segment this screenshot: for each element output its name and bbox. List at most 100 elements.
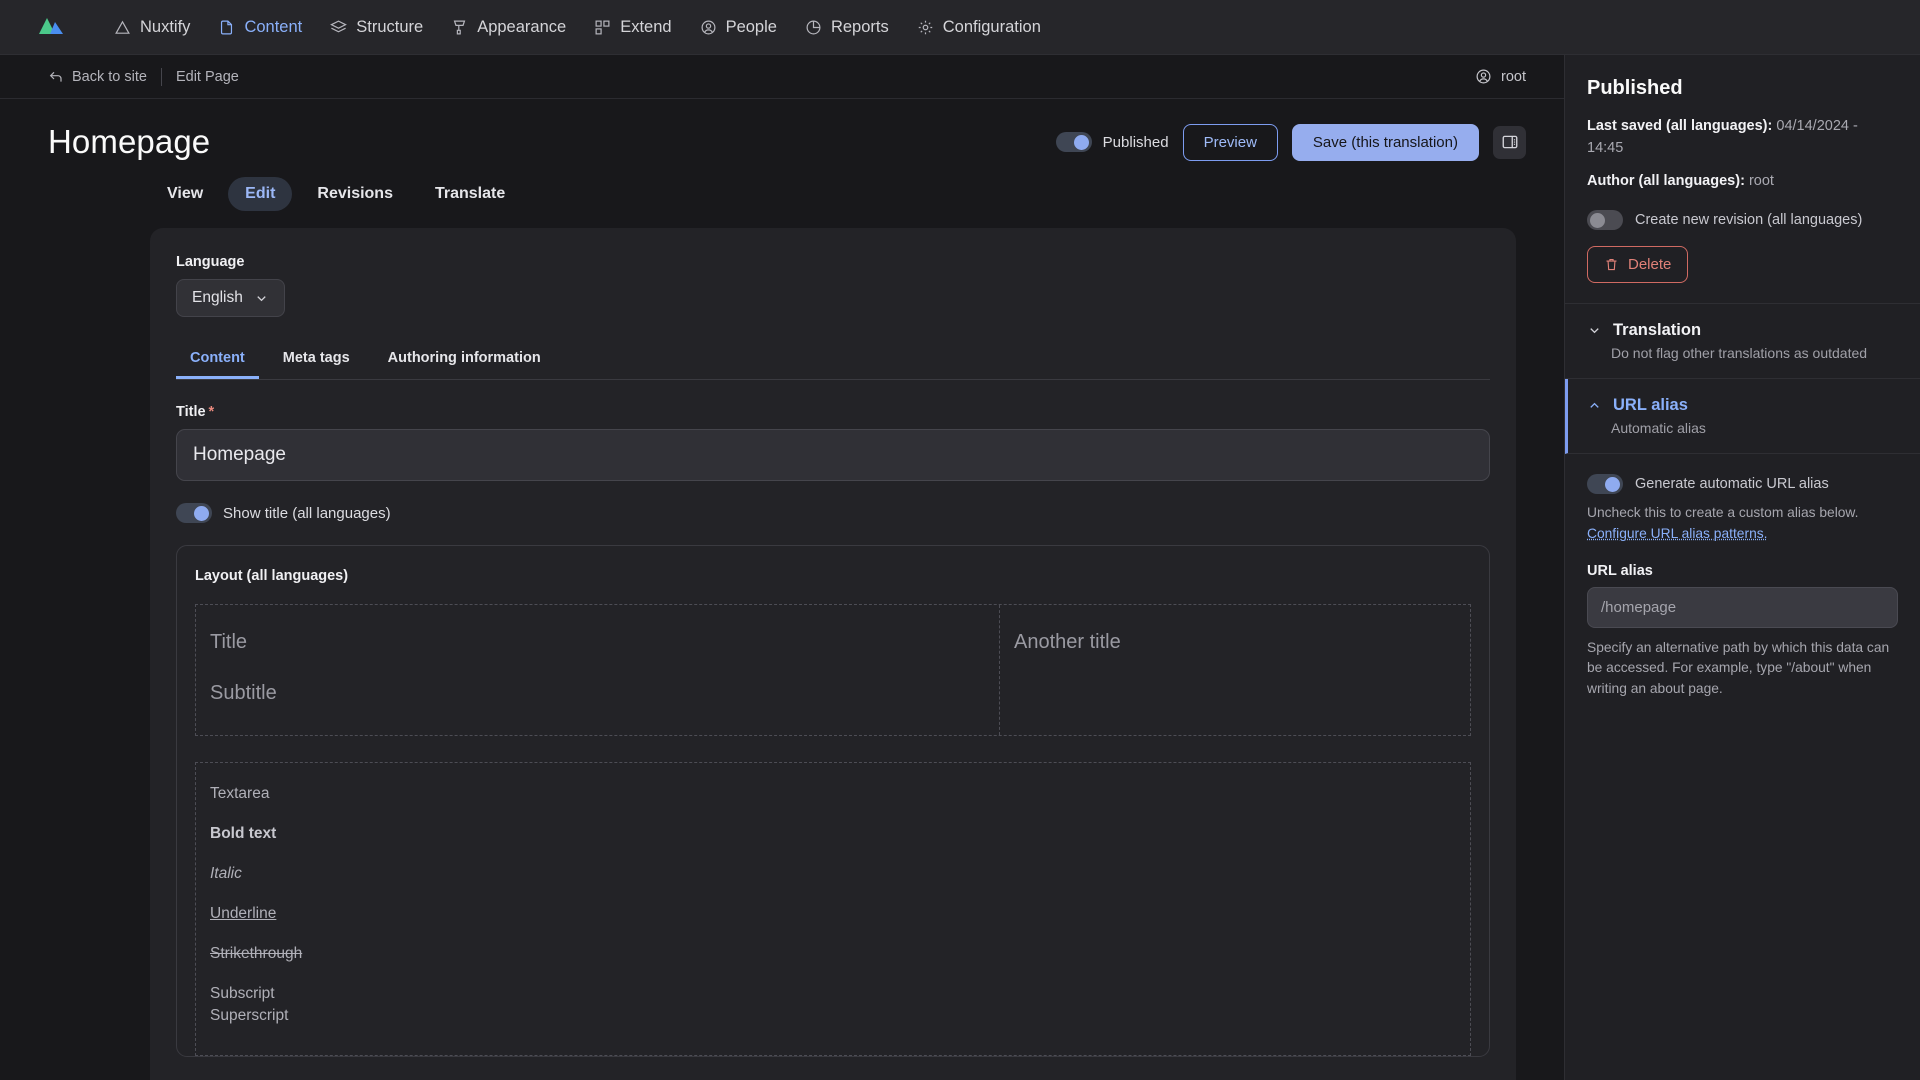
breadcrumb-bar: Back to site Edit Page root bbox=[0, 55, 1564, 99]
section-title: Translation bbox=[1613, 321, 1702, 340]
sub-tab-authoring-information[interactable]: Authoring information bbox=[374, 340, 555, 379]
save-button[interactable]: Save (this translation) bbox=[1291, 123, 1479, 161]
form-scroll-area[interactable]: Language English Content Meta tags Autho… bbox=[0, 211, 1564, 1080]
url-alias-description: Specify an alternative path by which thi… bbox=[1587, 639, 1890, 696]
last-saved-row: Last saved (all languages): 04/14/2024 -… bbox=[1587, 116, 1898, 160]
section-title: URL alias bbox=[1613, 396, 1688, 415]
url-alias-input[interactable] bbox=[1587, 586, 1898, 628]
layers-icon bbox=[330, 19, 348, 36]
nav-item-appearance[interactable]: Appearance bbox=[437, 12, 580, 43]
nuxtify-logo[interactable] bbox=[38, 17, 100, 37]
show-title-label: Show title (all languages) bbox=[223, 504, 391, 522]
layout-cell-left[interactable]: Title Subtitle bbox=[196, 605, 1000, 735]
show-title-toggle[interactable] bbox=[176, 503, 212, 523]
tab-edit[interactable]: Edit bbox=[228, 177, 293, 211]
title-input[interactable] bbox=[176, 429, 1490, 481]
nav-label: Structure bbox=[356, 17, 424, 36]
delete-button[interactable]: Delete bbox=[1587, 246, 1689, 284]
configure-url-alias-patterns-link[interactable]: Configure URL alias patterns. bbox=[1587, 526, 1767, 541]
breadcrumb-current: Edit Page bbox=[175, 68, 239, 85]
nav-label: Configuration bbox=[942, 17, 1041, 36]
tab-revisions[interactable]: Revisions bbox=[300, 177, 410, 211]
panel-right-icon[interactable] bbox=[1493, 125, 1526, 159]
form-sub-tabs: Content Meta tags Authoring information bbox=[176, 340, 1490, 380]
section-summary: Do not flag other translations as outdat… bbox=[1611, 345, 1868, 362]
tab-view[interactable]: View bbox=[150, 177, 220, 211]
sub-tab-content[interactable]: Content bbox=[176, 340, 259, 379]
create-revision-row[interactable]: Create new revision (all languages) bbox=[1587, 210, 1898, 231]
layout-row-titles: Title Subtitle Another title bbox=[195, 604, 1471, 736]
toggle-knob bbox=[1605, 476, 1620, 492]
sample-subscript: Subscript bbox=[210, 985, 275, 1002]
delete-label: Delete bbox=[1628, 256, 1672, 274]
user-circle-icon bbox=[700, 19, 717, 36]
brush-icon bbox=[451, 19, 468, 36]
generate-alias-row[interactable]: Generate automatic URL alias bbox=[1587, 474, 1898, 495]
generate-alias-toggle[interactable] bbox=[1587, 474, 1623, 495]
user-name: root bbox=[1501, 68, 1526, 85]
page-title: Homepage bbox=[48, 123, 211, 160]
layout-legend: Layout (all languages) bbox=[195, 568, 349, 584]
chevron-down-icon bbox=[1587, 323, 1602, 338]
main-content-pane: Back to site Edit Page root Homepage Pub… bbox=[0, 55, 1564, 1080]
page-header: Homepage Published Preview Save (this tr… bbox=[0, 99, 1564, 167]
author-value: root bbox=[1748, 172, 1774, 189]
preview-button[interactable]: Preview bbox=[1182, 123, 1278, 161]
required-marker: * bbox=[208, 404, 215, 420]
tab-translate[interactable]: Translate bbox=[418, 177, 522, 211]
edit-form-card: Language English Content Meta tags Autho… bbox=[150, 228, 1516, 1080]
section-summary: Automatic alias bbox=[1611, 420, 1706, 437]
nav-label: People bbox=[725, 17, 777, 36]
nav-label: Reports bbox=[830, 17, 889, 36]
placeholder-another-title: Another title bbox=[1014, 631, 1121, 653]
published-toggle-label: Published bbox=[1102, 133, 1169, 151]
create-revision-toggle[interactable] bbox=[1587, 210, 1623, 231]
pie-chart-icon bbox=[805, 19, 822, 36]
nav-item-structure[interactable]: Structure bbox=[316, 12, 437, 43]
nav-label: Extend bbox=[620, 17, 672, 36]
placeholder-title: Title bbox=[210, 631, 248, 653]
primary-tabs: View Edit Revisions Translate bbox=[0, 167, 1564, 211]
page-actions: Published Preview Save (this translation… bbox=[1055, 123, 1526, 161]
published-toggle-row[interactable]: Published bbox=[1055, 132, 1169, 152]
nav-label: Nuxtify bbox=[140, 17, 191, 36]
title-label-text: Title bbox=[176, 404, 206, 420]
author-row: Author (all languages): root bbox=[1587, 171, 1898, 193]
show-title-toggle-row[interactable]: Show title (all languages) bbox=[176, 503, 1490, 523]
placeholder-subtitle: Subtitle bbox=[210, 682, 277, 704]
nav-label: Content bbox=[244, 17, 303, 36]
chevron-down-icon bbox=[254, 291, 269, 306]
back-to-site-label: Back to site bbox=[72, 68, 147, 85]
published-toggle[interactable] bbox=[1055, 132, 1092, 152]
nav-item-content[interactable]: Content bbox=[204, 12, 316, 43]
sidebar-section-url-alias[interactable]: URL alias Automatic alias bbox=[1565, 379, 1920, 455]
last-saved-label: Last saved (all languages): bbox=[1587, 118, 1773, 134]
nav-item-configuration[interactable]: Configuration bbox=[903, 12, 1055, 43]
file-icon bbox=[218, 19, 235, 36]
sample-underline: Underline bbox=[210, 905, 277, 922]
layout-cell-right[interactable]: Another title bbox=[1000, 605, 1470, 735]
nav-item-nuxtify[interactable]: Nuxtify bbox=[100, 12, 204, 43]
generate-alias-label: Generate automatic URL alias bbox=[1635, 476, 1829, 493]
sidebar-status-block: Published Last saved (all languages): 04… bbox=[1565, 55, 1920, 305]
url-alias-panel: Generate automatic URL alias Uncheck thi… bbox=[1565, 454, 1920, 719]
user-menu[interactable]: root bbox=[1475, 68, 1526, 85]
status-badge: Published bbox=[1587, 77, 1683, 99]
create-revision-label: Create new revision (all languages) bbox=[1635, 212, 1863, 229]
nav-item-people[interactable]: People bbox=[686, 12, 791, 43]
back-to-site-link[interactable]: Back to site bbox=[48, 69, 147, 85]
nav-item-reports[interactable]: Reports bbox=[791, 12, 903, 43]
sample-strikethrough: Strikethrough bbox=[210, 945, 303, 962]
sample-textarea: Textarea bbox=[210, 785, 270, 802]
language-select[interactable]: English bbox=[176, 279, 285, 317]
chevron-up-icon bbox=[1587, 398, 1602, 413]
arrow-back-icon bbox=[48, 69, 64, 85]
toggle-knob bbox=[194, 505, 209, 521]
layout-text-block[interactable]: Textarea Bold text Italic Underline Stri… bbox=[195, 762, 1471, 1056]
generate-alias-help: Uncheck this to create a custom alias be… bbox=[1587, 503, 1898, 544]
sidebar-section-translation[interactable]: Translation Do not flag other translatio… bbox=[1565, 304, 1920, 380]
sub-tab-meta-tags[interactable]: Meta tags bbox=[269, 340, 364, 379]
toggle-knob bbox=[1073, 134, 1089, 150]
user-circle-icon bbox=[1475, 68, 1492, 85]
nav-item-extend[interactable]: Extend bbox=[580, 12, 685, 43]
